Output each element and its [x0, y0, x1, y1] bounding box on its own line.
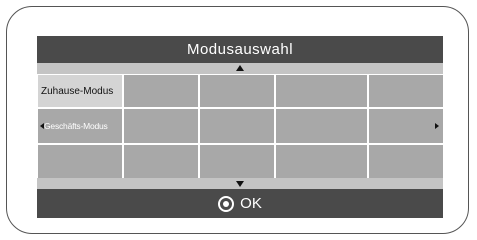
- mode-grid-cell: [200, 75, 274, 107]
- triangle-up-icon: [236, 65, 244, 71]
- mode-grid-cell: [276, 75, 367, 107]
- mode-grid-cell: [200, 145, 274, 178]
- scroll-up-indicator[interactable]: [37, 63, 443, 74]
- triangle-down-icon: [236, 181, 244, 187]
- ok-button[interactable]: OK: [37, 189, 443, 218]
- mode-grid-cell: [200, 109, 274, 143]
- ok-circle-icon: [218, 195, 235, 212]
- scroll-down-indicator[interactable]: [37, 178, 443, 189]
- mode-selection-dialog: Modusauswahl Zuhause-Modus Geschäfts-Mod…: [37, 36, 443, 218]
- mode-grid-cell: [369, 109, 443, 143]
- mode-cell-empty[interactable]: [38, 145, 122, 178]
- mode-grid-cell: [124, 109, 198, 143]
- mode-grid-cell: [276, 109, 367, 143]
- mode-grid-cell: [369, 75, 443, 107]
- arrow-right-icon[interactable]: [435, 123, 439, 129]
- mode-grid-cell: [124, 145, 198, 178]
- ok-label: OK: [240, 195, 262, 212]
- mode-cell-business[interactable]: Geschäfts-Modus: [38, 109, 122, 143]
- mode-grid-cell: [124, 75, 198, 107]
- dialog-title: Modusauswahl: [37, 36, 443, 63]
- mode-grid-cell: [276, 145, 367, 178]
- mode-label-home: Zuhause-Modus: [41, 85, 114, 97]
- mode-grid-cell: [369, 145, 443, 178]
- mode-cell-home[interactable]: Zuhause-Modus: [38, 75, 122, 107]
- mode-label-business: Geschäfts-Modus: [44, 121, 108, 131]
- mode-grid: Zuhause-Modus Geschäfts-Modus: [37, 74, 443, 178]
